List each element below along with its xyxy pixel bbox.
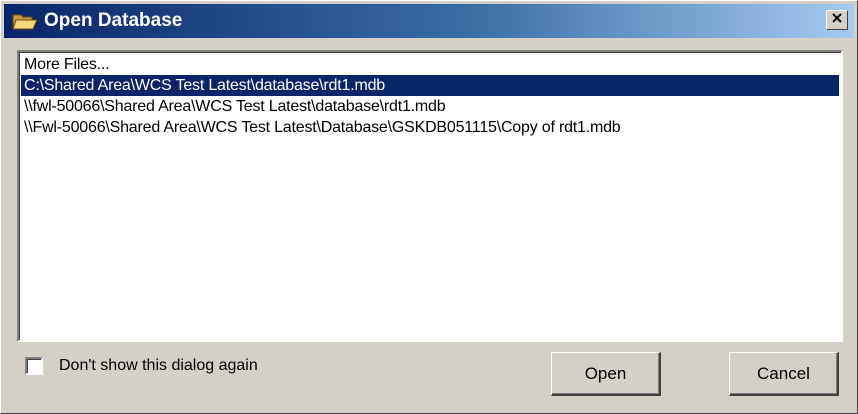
list-item-file[interactable]: C:\Shared Area\WCS Test Latest\database\… (21, 75, 839, 96)
dont-show-label[interactable]: Don't show this dialog again (59, 357, 258, 375)
cancel-button[interactable]: Cancel (729, 352, 839, 396)
window-title: Open Database (44, 10, 183, 31)
recent-files-list[interactable]: More Files... C:\Shared Area\WCS Test La… (17, 50, 843, 342)
close-button[interactable] (826, 10, 848, 30)
list-item-more-files[interactable]: More Files... (21, 54, 839, 75)
folder-open-icon (12, 11, 38, 31)
open-database-dialog: Open Database More Files... C:\Shared Ar… (0, 0, 858, 414)
list-item-file[interactable]: \\fwl-50066\Shared Area\WCS Test Latest\… (21, 96, 839, 117)
dont-show-option[interactable]: Don't show this dialog again (25, 357, 258, 375)
close-icon (831, 11, 843, 29)
list-item-file[interactable]: \\Fwl-50066\Shared Area\WCS Test Latest\… (21, 117, 839, 138)
open-button[interactable]: Open (551, 352, 661, 396)
dont-show-checkbox[interactable] (25, 357, 43, 375)
title-bar[interactable]: Open Database (4, 4, 854, 38)
